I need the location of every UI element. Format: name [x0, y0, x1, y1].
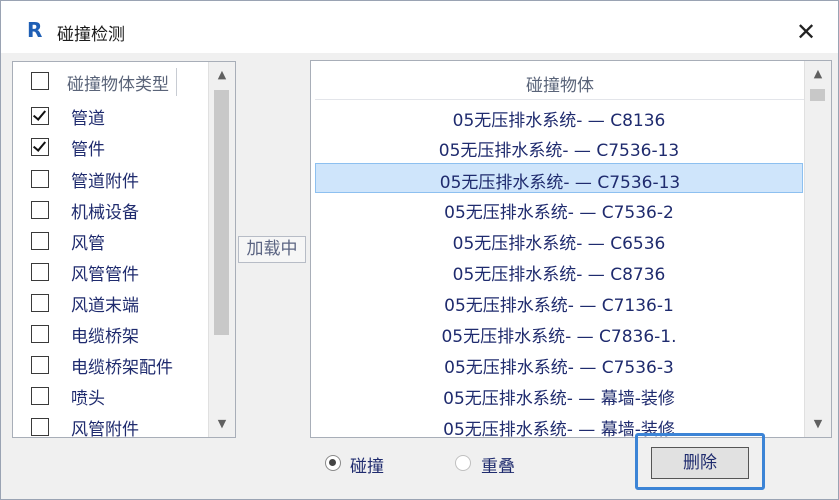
collision-object-list: 碰撞物体 05无压排水系统- — C8136 05无压排水系统- — C7536…	[310, 60, 832, 438]
list-item[interactable]: 风道末端	[13, 287, 208, 318]
list-item[interactable]: 风管	[13, 225, 208, 256]
collision-object-header-label: 碰撞物体	[526, 76, 594, 96]
list-item[interactable]: 管道附件	[13, 163, 208, 194]
scroll-down-icon[interactable]: ▼	[209, 413, 235, 435]
collision-item-text: 05无压排水系统- — 幕墙-装修	[443, 389, 675, 409]
header-divider	[176, 68, 177, 96]
table-row[interactable]: 05无压排水系统- — C8136	[315, 102, 803, 132]
revit-app-icon: R	[27, 18, 43, 42]
object-type-header: 碰撞物体类型	[13, 62, 208, 98]
collision-item-text: 05无压排水系统- — C7536-2	[444, 203, 674, 223]
select-all-checkbox[interactable]	[31, 72, 49, 90]
list-item[interactable]: 风管附件	[13, 411, 208, 438]
list-item-label: 风管	[71, 234, 105, 254]
close-icon[interactable]: ✕	[791, 17, 821, 47]
scroll-up-icon[interactable]: ▲	[805, 63, 831, 85]
list-item[interactable]: 机械设备	[13, 194, 208, 225]
list-item-label: 风管附件	[71, 420, 139, 438]
right-scroll-thumb[interactable]	[810, 89, 825, 101]
collision-item-text: 05无压排水系统- — C7136-1	[444, 296, 674, 316]
right-scrollbar[interactable]: ▲ ▼	[804, 61, 831, 437]
collision-item-text: 05无压排水系统- — C8136	[452, 111, 666, 131]
table-row[interactable]: 05无压排水系统- — C6536	[315, 225, 803, 255]
left-scrollbar[interactable]: ▲ ▼	[208, 62, 235, 437]
delete-button[interactable]: 删除	[651, 447, 749, 479]
list-item-label: 管件	[71, 140, 105, 160]
list-item[interactable]: 管件	[13, 131, 208, 162]
table-row[interactable]: 05无压排水系统- — C8736	[315, 256, 803, 286]
loading-indicator: 加载中	[238, 236, 306, 263]
collision-object-header: 碰撞物体	[315, 65, 805, 100]
list-item-label: 管道	[71, 109, 105, 129]
collision-item-text: 05无压排水系统- — C6536	[452, 234, 666, 254]
list-item-label: 喷头	[71, 389, 105, 409]
type-checkbox-cable-tray-fitting[interactable]	[31, 356, 49, 374]
type-checkbox-duct[interactable]	[31, 232, 49, 250]
type-checkbox-sprinkler[interactable]	[31, 387, 49, 405]
type-checkbox-cable-tray[interactable]	[31, 325, 49, 343]
list-item-label: 管道附件	[71, 172, 139, 192]
type-checkbox-pipe-fitting[interactable]	[31, 138, 49, 156]
list-item[interactable]: 喷头	[13, 380, 208, 411]
list-item-label: 电缆桥架	[71, 327, 139, 347]
list-item[interactable]: 风管管件	[13, 256, 208, 287]
type-checkbox-pipe-accessory[interactable]	[31, 170, 49, 188]
collision-item-text: 05无压排水系统- — C7536-13	[438, 141, 680, 161]
list-item-label: 风管管件	[71, 265, 139, 285]
type-checkbox-duct-accessory[interactable]	[31, 418, 49, 436]
table-row[interactable]: 05无压排水系统- — C7536-2	[315, 194, 803, 224]
collision-item-text: 05无压排水系统- — C7536-3	[444, 358, 674, 378]
list-item-label: 风道末端	[71, 296, 139, 316]
table-row[interactable]: 05无压排水系统- — C7536-3	[315, 349, 803, 379]
overlap-radio-label[interactable]: 重叠	[481, 452, 515, 477]
scroll-up-icon[interactable]: ▲	[209, 64, 235, 86]
list-item[interactable]: 管道	[13, 100, 208, 131]
collision-item-text: 05无压排水系统- — C7536-13	[439, 173, 681, 193]
table-row[interactable]: 05无压排水系统- — 幕墙-装修	[315, 380, 803, 410]
list-item[interactable]: 电缆桥架配件	[13, 349, 208, 380]
table-row[interactable]: 05无压排水系统- — C7136-1	[315, 287, 803, 317]
collision-item-text: 05无压排水系统- — C7836-1.	[441, 327, 677, 347]
table-row[interactable]: 05无压排水系统- — C7536-13	[315, 132, 803, 162]
collision-radio-label[interactable]: 碰撞	[350, 452, 384, 477]
object-type-list: 碰撞物体类型 管道 管件 管道附件 机械设备 风管 风管管件 风道末端 电缆桥架…	[12, 61, 236, 438]
collision-item-text: 05无压排水系统- — C8736	[452, 265, 666, 285]
type-checkbox-mechanical-equipment[interactable]	[31, 201, 49, 219]
collision-radio[interactable]	[325, 455, 341, 471]
window-title: 碰撞检测	[57, 25, 125, 45]
left-scroll-thumb[interactable]	[214, 90, 229, 335]
list-item-label: 机械设备	[71, 203, 139, 223]
type-checkbox-air-terminal[interactable]	[31, 294, 49, 312]
table-row-selected[interactable]: 05无压排水系统- — C7536-13	[315, 163, 803, 193]
title-bar: R 碰撞检测 ✕	[1, 1, 838, 53]
list-item-label: 电缆桥架配件	[71, 358, 173, 378]
list-item[interactable]: 电缆桥架	[13, 318, 208, 349]
type-checkbox-pipe[interactable]	[31, 107, 49, 125]
overlap-radio[interactable]	[455, 455, 471, 471]
type-checkbox-duct-fitting[interactable]	[31, 263, 49, 281]
scroll-down-icon[interactable]: ▼	[805, 413, 831, 435]
object-type-header-label: 碰撞物体类型	[67, 75, 169, 95]
table-row[interactable]: 05无压排水系统- — C7836-1.	[315, 318, 803, 348]
